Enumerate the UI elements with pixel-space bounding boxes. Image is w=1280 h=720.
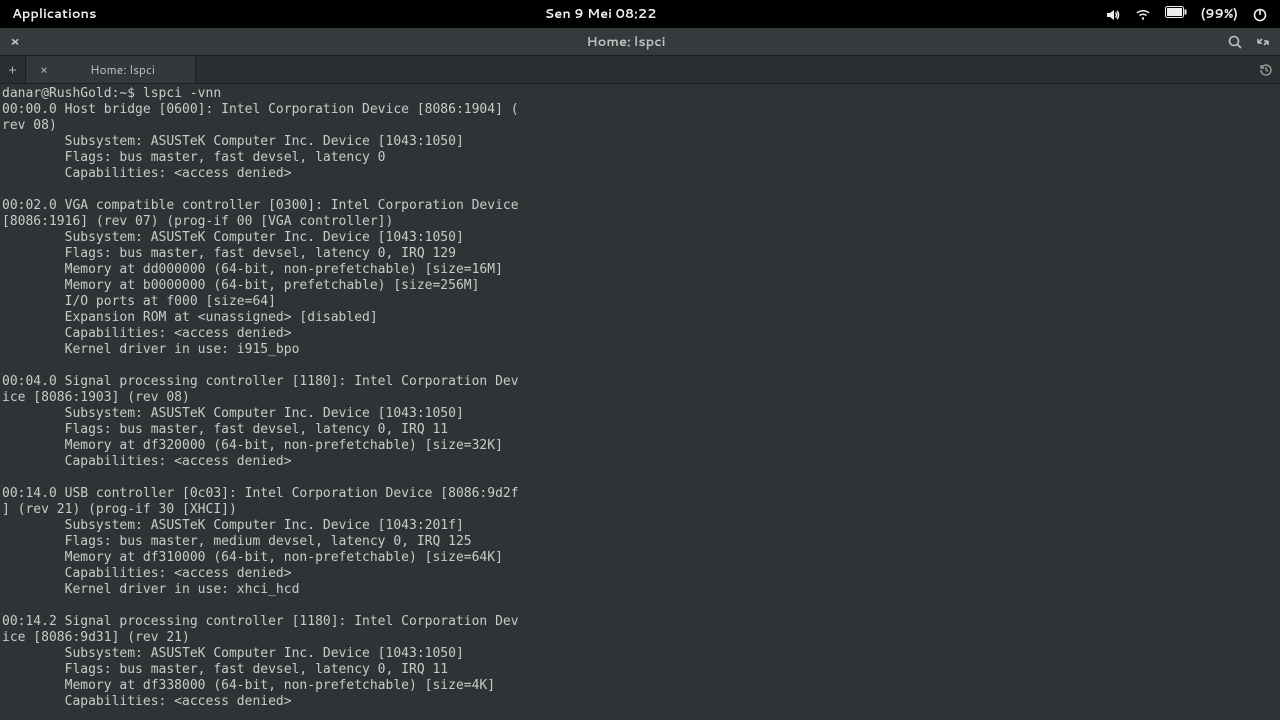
new-tab-button[interactable]: + (0, 56, 26, 83)
battery-percentage: (99%) (1201, 5, 1238, 23)
window-title: Home: lspci (30, 33, 1222, 51)
tab-label: Home: lspci (58, 61, 195, 78)
terminal-output: 00:00.0 Host bridge [0600]: Intel Corpor… (2, 102, 519, 709)
command: lspci -vnn (143, 86, 221, 101)
tab-close-button[interactable]: × (34, 61, 54, 78)
clock[interactable]: Sen 9 Mei 08:22 (96, 5, 1104, 23)
applications-menu[interactable]: Applications (12, 5, 96, 23)
volume-icon[interactable] (1105, 5, 1121, 23)
tab-spacer (196, 56, 1252, 83)
search-button[interactable] (1222, 31, 1248, 53)
window-titlebar: × Home: lspci (0, 28, 1280, 56)
power-icon[interactable] (1252, 5, 1268, 23)
terminal-viewport[interactable]: danar@RushGold:~$ lspci -vnn 00:00.0 Hos… (0, 84, 1280, 720)
prompt: danar@RushGold:~$ (2, 86, 143, 101)
window-close-button[interactable]: × (2, 31, 28, 53)
tab-bar: + × Home: lspci (0, 56, 1280, 84)
tab-0[interactable]: × Home: lspci (26, 56, 196, 83)
wifi-icon[interactable] (1135, 5, 1151, 23)
history-button[interactable] (1252, 56, 1280, 83)
top-panel: Applications Sen 9 Mei 08:22 (99%) (0, 0, 1280, 28)
unmaximize-button[interactable] (1250, 31, 1276, 53)
battery-icon[interactable] (1165, 5, 1187, 23)
